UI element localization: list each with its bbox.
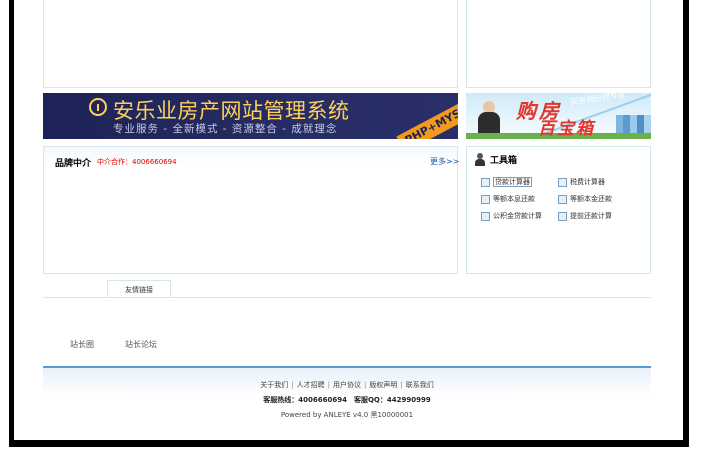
- tool-label: 提前还款计算: [570, 212, 612, 220]
- equal-installment-link[interactable]: 等额本息还款: [481, 193, 535, 205]
- footer-link-copyright[interactable]: 版权声明: [369, 381, 397, 389]
- footer-link-jobs[interactable]: 人才招聘: [297, 381, 325, 389]
- document-icon: [481, 211, 490, 221]
- calculator-icon: [558, 177, 567, 187]
- top-right-panel: [466, 0, 651, 88]
- frame-bottom-border: [9, 440, 689, 447]
- footer-link-about[interactable]: 关于我们: [260, 381, 288, 389]
- tool-label: 等额本息还款: [493, 195, 535, 203]
- top-left-panel: [43, 0, 458, 88]
- tool-label: 税费计算器: [570, 178, 605, 186]
- footer-links: 关于我们 | 人才招聘 | 用户协议 | 版权声明 | 联系我们: [260, 381, 434, 389]
- banner-subtitle: 专业服务 - 全新模式 - 资源整合 - 成就理念: [113, 123, 338, 135]
- more-link[interactable]: 更多>>: [430, 156, 459, 167]
- loan-calculator-link[interactable]: 贷款计算器: [481, 176, 532, 188]
- tool-label: 等额本金还款: [570, 195, 612, 203]
- agency-contact-text: 中介合作：4006660694: [97, 158, 177, 166]
- brand-agency-title: 品牌中介: [55, 159, 92, 169]
- friendly-link-item[interactable]: 站长圈: [70, 339, 94, 350]
- equal-principal-link[interactable]: 等额本金还款: [558, 193, 612, 205]
- brand-agency-panel: 品牌中介 中介合作：4006660694 更多>>: [43, 146, 459, 274]
- calculator-icon: [481, 177, 490, 187]
- frame-right-border: [683, 0, 689, 447]
- provident-fund-calculator-link[interactable]: 公积金贷款计算: [481, 210, 542, 222]
- house-icon: [558, 194, 567, 204]
- house-icon: [481, 194, 490, 204]
- tax-calculator-link[interactable]: 税费计算器: [558, 176, 605, 188]
- main-banner[interactable]: 安乐业房产网站管理系统 专业服务 - 全新模式 - 资源整合 - 成就理念 PH…: [43, 93, 458, 139]
- banner-tag: PHP+MYSQL: [396, 93, 458, 139]
- tool-label: 贷款计算器: [493, 177, 532, 187]
- toolbox-panel: 工具箱 贷款计算器 税费计算器 等额本息还款 等额本金还款 公积金贷款计算 提前…: [466, 146, 651, 274]
- frame-left-border: [9, 0, 14, 447]
- tab-friendly-links[interactable]: 友情链接: [107, 280, 171, 298]
- friendly-link-item[interactable]: 站长论坛: [125, 339, 157, 350]
- user-icon: [475, 153, 485, 166]
- house-toolbox-banner[interactable]: 买房佣份佣专家 购房 百宝箱: [466, 93, 651, 139]
- document-icon: [558, 211, 567, 221]
- footer-hotline: 客服热线：4006660694 客服QQ：442990999: [263, 396, 431, 404]
- footer-link-contact[interactable]: 联系我们: [406, 381, 434, 389]
- tool-label: 公积金贷款计算: [493, 212, 542, 220]
- tab-divider: [43, 297, 651, 298]
- side-banner-title-line2: 百宝箱: [538, 119, 595, 139]
- toolbox-title: 工具箱: [490, 156, 518, 166]
- footer-powered-by: Powered by ANLEYE v4.0 黑10000001: [280, 411, 414, 419]
- footer-link-agreement[interactable]: 用户协议: [333, 381, 361, 389]
- banner-title: 安乐业房产网站管理系统: [113, 99, 350, 123]
- prepayment-calculator-link[interactable]: 提前还款计算: [558, 210, 612, 222]
